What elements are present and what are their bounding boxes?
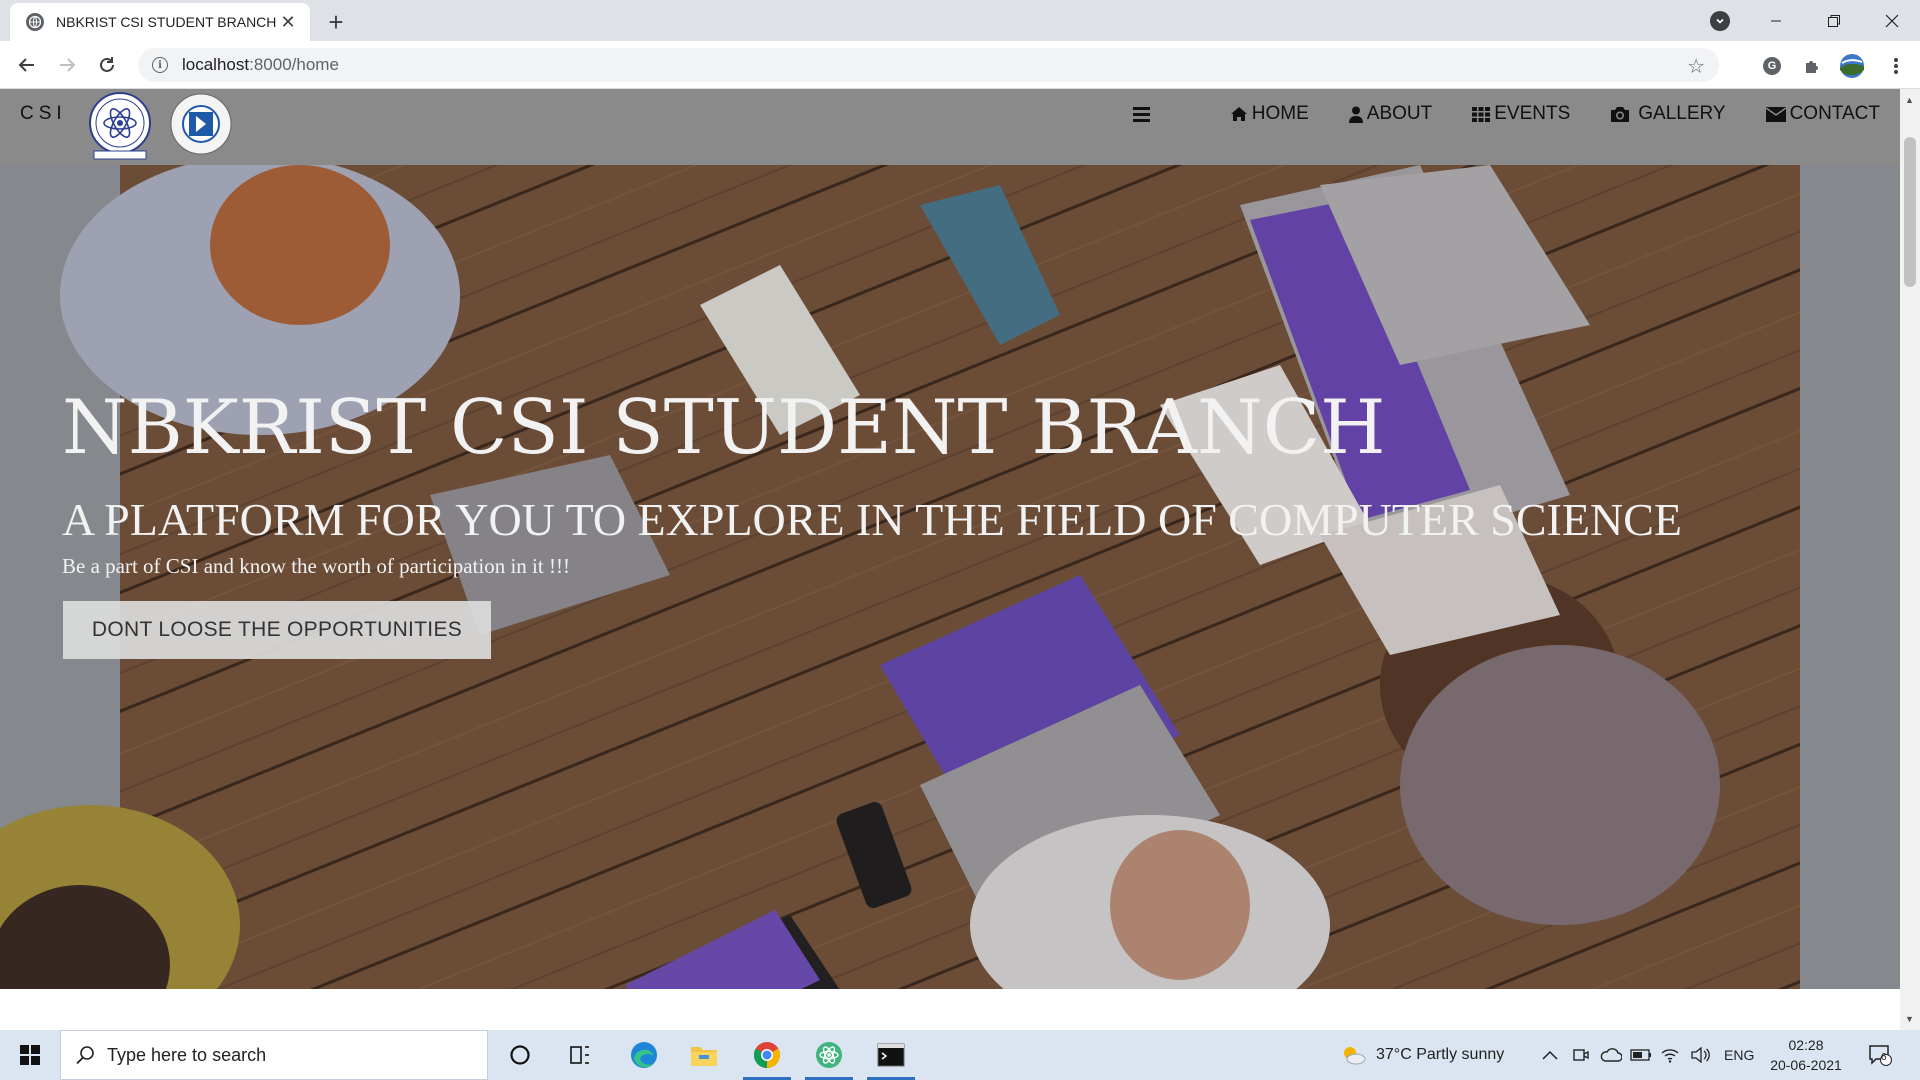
clock-time: 02:28: [1788, 1037, 1824, 1053]
opportunities-button[interactable]: DONT LOOSE THE OPPORTUNITIES: [63, 601, 491, 659]
nav-gallery[interactable]: GALLERY: [1610, 103, 1726, 125]
clock-date: 20-06-2021: [1770, 1057, 1842, 1073]
page-viewport: CSI HOME ABOUT EVENTS GALLERY CONTACT NB…: [0, 89, 1900, 1030]
restore-icon[interactable]: [1806, 0, 1862, 41]
windows-start-icon[interactable]: [0, 1030, 60, 1080]
site-info-icon[interactable]: i: [152, 57, 168, 73]
bookmark-star-icon[interactable]: ☆: [1687, 54, 1705, 79]
computer-society-logo[interactable]: [170, 93, 232, 155]
weather-widget[interactable]: 37°C Partly sunny: [1340, 1030, 1504, 1080]
windows-taskbar: Type here to search 37°C Partly sunny EN…: [0, 1030, 1920, 1080]
notification-count: 6: [1881, 1052, 1887, 1063]
tab-title: NBKRIST CSI STUDENT BRANCH: [56, 14, 277, 30]
forward-arrow-icon[interactable]: [53, 51, 81, 79]
nav-gallery-label: GALLERY: [1638, 103, 1726, 124]
address-bar[interactable]: i localhost:8000/home ☆: [138, 48, 1719, 82]
nav-events-label: EVENTS: [1494, 103, 1571, 124]
nav-contact-label: CONTACT: [1789, 103, 1880, 124]
weather-text: 37°C Partly sunny: [1376, 1046, 1505, 1063]
back-arrow-icon[interactable]: [13, 51, 41, 79]
battery-icon[interactable]: [1630, 1030, 1652, 1080]
taskbar-search-placeholder: Type here to search: [107, 1044, 267, 1065]
nav-home[interactable]: HOME: [1230, 103, 1309, 125]
meet-now-icon[interactable]: [1572, 1030, 1590, 1080]
nav-about[interactable]: ABOUT: [1348, 103, 1433, 125]
envelope-icon: [1765, 106, 1786, 122]
edge-browser-icon[interactable]: [616, 1030, 672, 1080]
volume-icon[interactable]: [1690, 1030, 1710, 1080]
scroll-up-arrow-icon[interactable]: ▲: [1905, 95, 1914, 105]
url-text: localhost:8000/home: [182, 55, 339, 74]
csi-logo[interactable]: [88, 91, 152, 163]
hero-section: NBKRIST CSI STUDENT BRANCH A PLATFORM FO…: [0, 165, 1900, 989]
taskbar-clock[interactable]: 02:28 20-06-2021: [1766, 1035, 1846, 1075]
nav-events[interactable]: EVENTS: [1472, 103, 1570, 125]
browser-tab[interactable]: NBKRIST CSI STUDENT BRANCH ✕: [10, 3, 310, 41]
camera-icon: [1611, 106, 1630, 122]
hamburger-menu-icon[interactable]: [1132, 106, 1150, 122]
search-icon: [76, 1046, 94, 1065]
main-nav: HOME ABOUT EVENTS GALLERY CONTACT: [1132, 103, 1880, 125]
atom-editor-icon[interactable]: [801, 1030, 857, 1080]
hero-tagline: Be a part of CSI and know the worth of p…: [62, 554, 570, 578]
hero-subtitle: A PLATFORM FOR YOU TO EXPLORE IN THE FIE…: [62, 494, 1682, 545]
task-view-icon[interactable]: [552, 1030, 608, 1080]
tab-close-icon[interactable]: ✕: [278, 12, 298, 32]
partly-sunny-icon: [1344, 1047, 1366, 1065]
wifi-icon[interactable]: [1660, 1030, 1680, 1080]
globe-icon: [26, 13, 44, 31]
file-explorer-icon[interactable]: [676, 1030, 732, 1080]
onedrive-cloud-icon[interactable]: [1600, 1030, 1622, 1080]
nav-home-label: HOME: [1251, 103, 1309, 124]
profile-avatar[interactable]: [1839, 53, 1865, 79]
page-scrollbar[interactable]: ▲ ▼: [1900, 89, 1920, 1030]
scroll-down-arrow-icon[interactable]: ▼: [1905, 1014, 1914, 1024]
home-icon: [1230, 107, 1247, 121]
browser-toolbar: i localhost:8000/home ☆ G: [0, 41, 1920, 89]
language-indicator[interactable]: ENG: [1724, 1030, 1754, 1080]
minimize-icon[interactable]: [1748, 0, 1804, 41]
hero-title: NBKRIST CSI STUDENT BRANCH: [62, 383, 1386, 471]
grid-icon: [1472, 106, 1491, 122]
grammarly-extension-icon[interactable]: G: [1759, 53, 1785, 79]
show-hidden-icons-chevron-icon[interactable]: [1542, 1030, 1558, 1080]
cortana-icon[interactable]: [492, 1030, 548, 1080]
notification-center-icon[interactable]: 6: [1868, 1030, 1892, 1080]
close-window-icon[interactable]: [1864, 0, 1920, 41]
taskbar-search-box[interactable]: Type here to search: [60, 1030, 488, 1080]
chrome-taskbar-icon[interactable]: [739, 1030, 795, 1080]
extensions-puzzle-icon[interactable]: [1799, 53, 1825, 79]
scrollbar-thumb[interactable]: [1904, 137, 1916, 287]
reload-icon[interactable]: [93, 51, 121, 79]
chrome-menu-icon[interactable]: [1883, 53, 1909, 79]
tab-search-icon[interactable]: [1710, 11, 1730, 31]
site-header: CSI HOME ABOUT EVENTS GALLERY CONTACT: [0, 89, 1900, 165]
terminal-icon[interactable]: [863, 1030, 919, 1080]
new-tab-button[interactable]: +: [322, 7, 350, 37]
nav-about-label: ABOUT: [1366, 103, 1433, 124]
nav-contact[interactable]: CONTACT: [1765, 103, 1880, 125]
site-brand[interactable]: CSI: [20, 103, 67, 125]
browser-tab-strip: NBKRIST CSI STUDENT BRANCH ✕ +: [0, 0, 1920, 41]
user-icon: [1348, 106, 1363, 123]
